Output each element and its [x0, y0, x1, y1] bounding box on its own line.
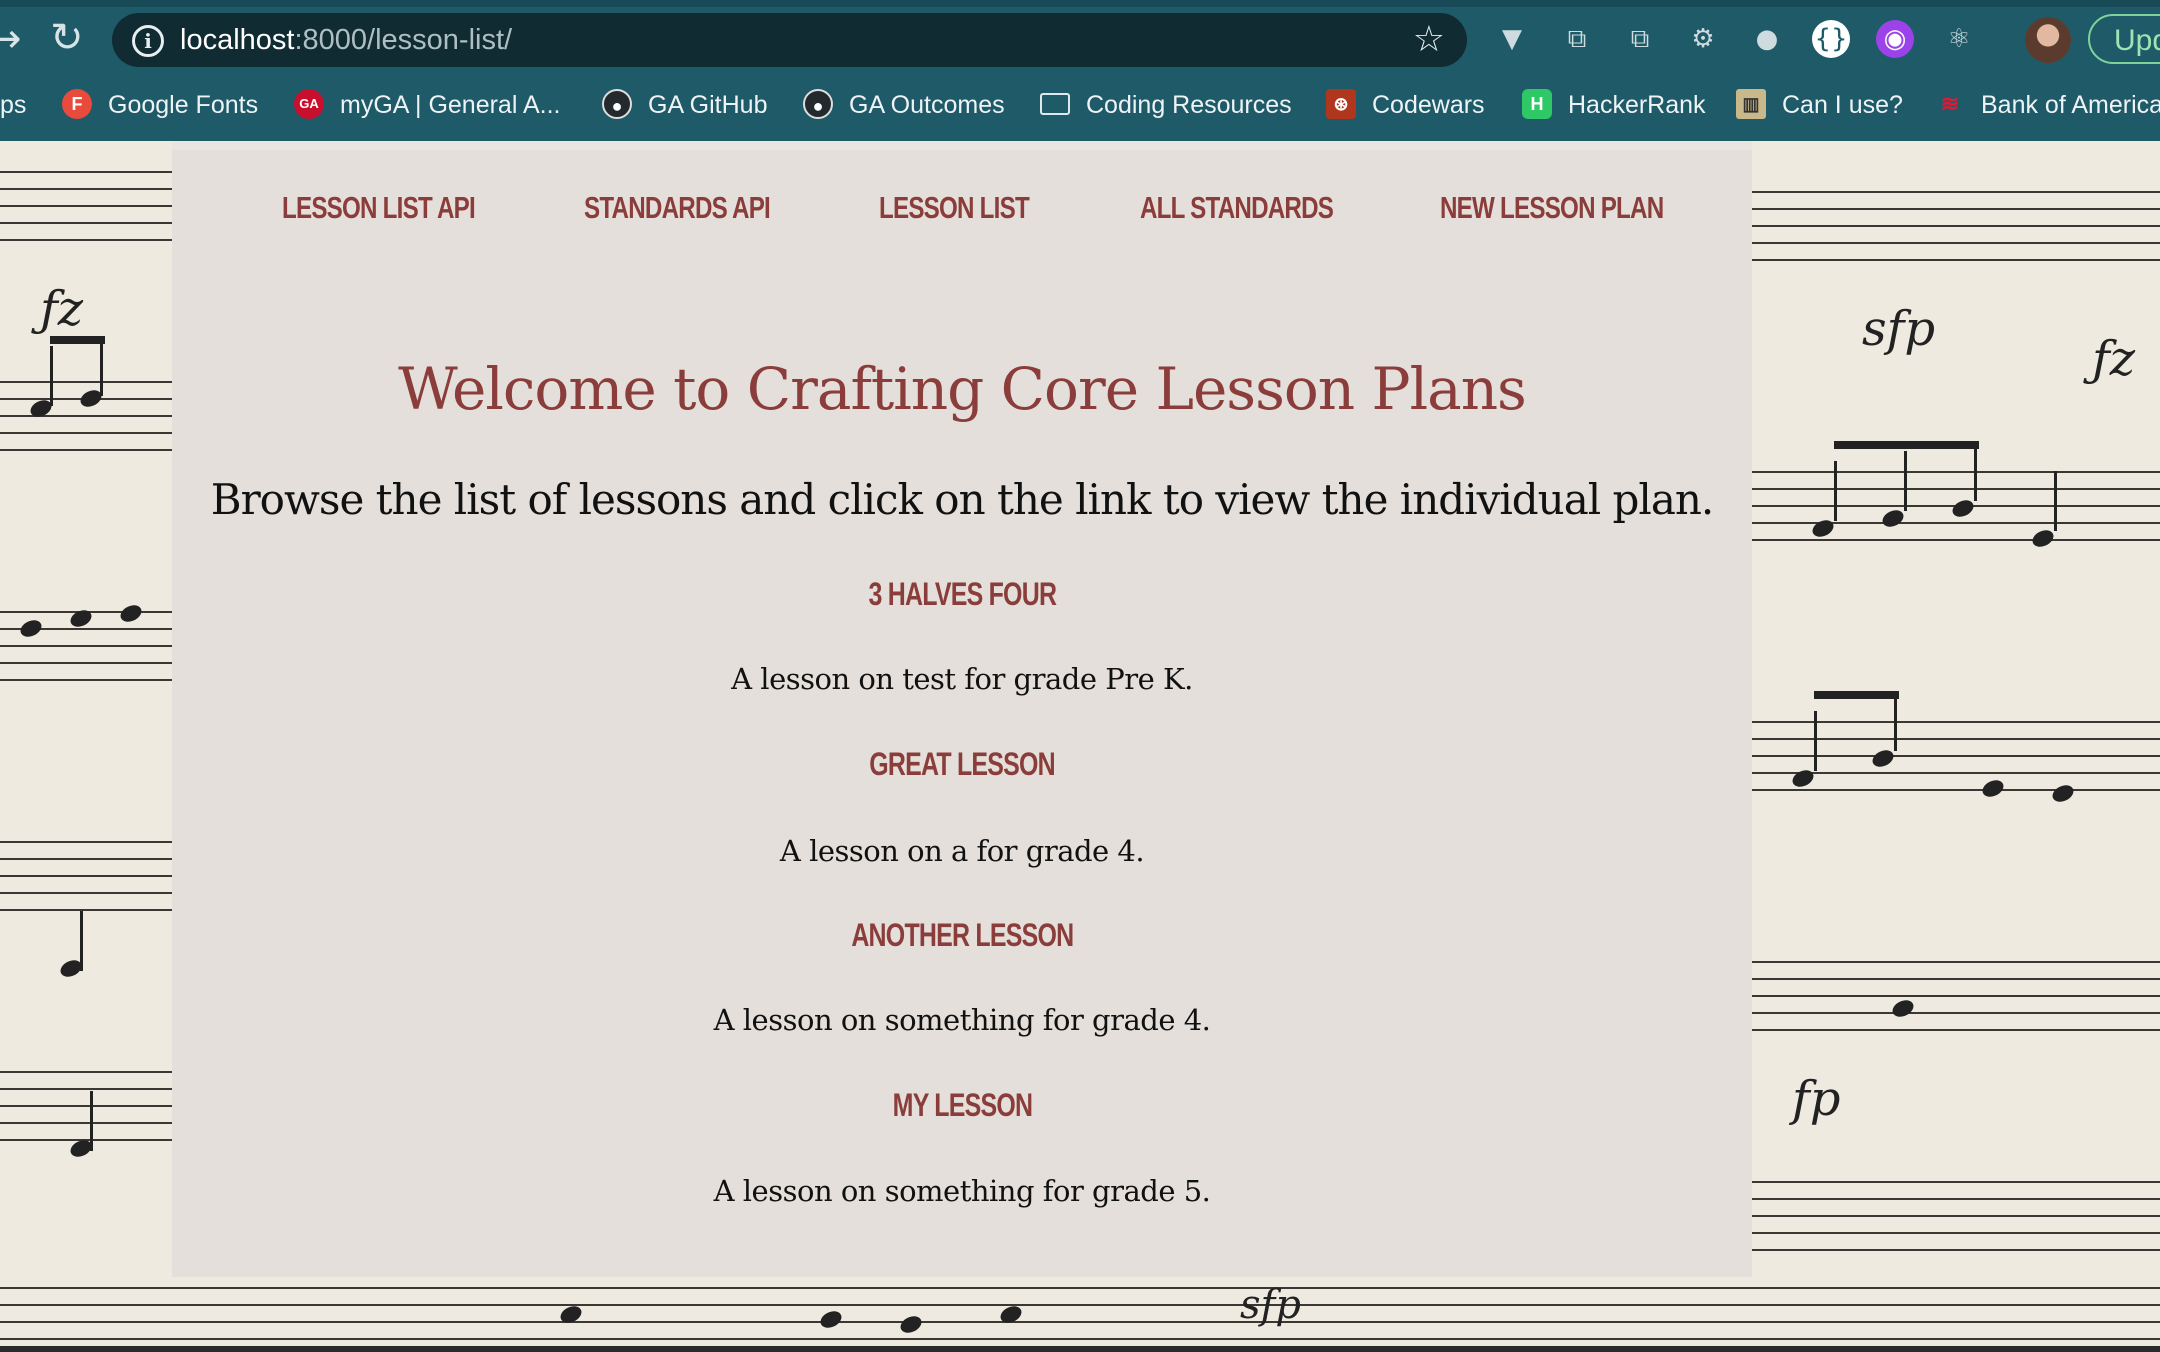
bookmarks-bar: ps F Google Fonts GA myGA | General A... ●… — [0, 80, 2160, 130]
extension-bulb-icon[interactable]: ● — [1748, 20, 1786, 58]
reload-icon[interactable]: ↻ — [50, 18, 84, 58]
bookmark-ga-github[interactable]: ● GA GitHub — [602, 80, 768, 130]
lesson-description: A lesson on something for grade 5. — [713, 1174, 1211, 1208]
lesson-title: ANOTHER LESSON — [850, 917, 1074, 953]
bookmark-bank-of-america[interactable]: ≋ Bank of America — [1935, 80, 2160, 130]
json-viewer-icon[interactable]: {} — [1812, 20, 1850, 58]
url-text[interactable]: localhost:8000/lesson-list/ — [180, 23, 512, 57]
vue-devtools-icon[interactable]: ▼ — [1493, 20, 1531, 58]
page-title: Welcome to Crafting Core Lesson Plans — [398, 355, 1527, 423]
github-icon: ● — [602, 89, 632, 120]
caniuse-icon: ▥ — [1736, 89, 1766, 120]
bookmark-label: GA GitHub — [648, 91, 768, 119]
codewars-icon: ⊛ — [1326, 89, 1356, 120]
folder-icon — [1040, 93, 1070, 116]
bookmark-label: GA Outcomes — [849, 91, 1005, 119]
profile-avatar[interactable] — [2025, 17, 2071, 63]
lesson-description: A lesson on test for grade Pre K. — [731, 662, 1193, 696]
nav-standards-api[interactable]: STANDARDS API — [584, 190, 771, 226]
url-path: :8000/lesson-list/ — [294, 24, 513, 56]
lesson-link[interactable]: 3 HALVES FOUR — [172, 576, 1752, 613]
bookmark-label: myGA | General A... — [340, 91, 561, 119]
nav-lesson-list-api[interactable]: LESSON LIST API — [282, 190, 476, 226]
nav-lesson-list[interactable]: LESSON LIST — [879, 190, 1030, 226]
github-icon: ● — [803, 89, 833, 120]
lesson-link[interactable]: ANOTHER LESSON — [172, 917, 1752, 954]
nav-all-standards[interactable]: ALL STANDARDS — [1140, 190, 1334, 226]
forward-icon[interactable]: → — [0, 19, 22, 59]
bookmark-label: Codewars — [1372, 91, 1485, 119]
redux-devtools-icon[interactable]: ◉ — [1876, 20, 1914, 58]
lesson-link[interactable]: GREAT LESSON — [172, 746, 1752, 783]
bookmark-google-fonts[interactable]: F Google Fonts — [62, 80, 258, 130]
bookmark-star-icon[interactable]: ☆ — [1413, 20, 1445, 60]
react-devtools-icon[interactable]: ⚛ — [1940, 20, 1978, 58]
bookmark-label: ps — [0, 91, 27, 119]
bookmark-label: Bank of America — [1981, 91, 2160, 119]
bookmark-myga[interactable]: GA myGA | General A... — [294, 80, 560, 130]
site-info-icon[interactable]: i — [132, 25, 164, 57]
bookmark-label: Google Fonts — [108, 91, 259, 119]
page-subtitle: Browse the list of lessons and click on … — [210, 475, 1715, 524]
lesson-description: A lesson on a for grade 4. — [779, 834, 1145, 868]
bookmark-hackerrank[interactable]: H HackerRank — [1522, 80, 1706, 130]
url-host: localhost — [180, 24, 295, 56]
content-card: LESSON LIST API STANDARDS API LESSON LIS… — [172, 150, 1752, 1277]
address-bar[interactable]: i localhost:8000/lesson-list/ ☆ — [112, 13, 1467, 67]
lesson-link[interactable]: MY LESSON — [172, 1087, 1752, 1124]
bookmark-label: Coding Resources — [1086, 91, 1292, 119]
browser-chrome: → ↻ i localhost:8000/lesson-list/ ☆ ▼ ⧉ … — [0, 0, 2160, 141]
lesson-title: 3 HALVES FOUR — [868, 576, 1056, 612]
update-button[interactable]: Upd — [2088, 14, 2160, 64]
bookmark-ga-outcomes[interactable]: ● GA Outcomes — [803, 80, 1005, 130]
bookmark-label: HackerRank — [1568, 91, 1706, 119]
general-assembly-icon: GA — [294, 89, 324, 120]
bank-of-america-icon: ≋ — [1940, 91, 1960, 117]
lesson-description: A lesson on something for grade 4. — [713, 1003, 1211, 1037]
top-navigation: LESSON LIST API STANDARDS API LESSON LIS… — [172, 150, 1752, 270]
lesson-title: GREAT LESSON — [869, 746, 1055, 782]
gear-icon[interactable]: ⚙ — [1684, 20, 1722, 58]
extension-capture-icon[interactable]: ⧉ — [1621, 20, 1659, 58]
bookmark-label: Can I use? — [1782, 91, 1903, 119]
nav-new-lesson-plan[interactable]: NEW LESSON PLAN — [1440, 190, 1664, 226]
hackerrank-icon: H — [1522, 89, 1552, 120]
bookmark-caniuse[interactable]: ▥ Can I use? — [1736, 80, 1903, 130]
sheet-music-background-right: sfp ƒz fp — [1752, 141, 2160, 1352]
lesson-title: MY LESSON — [892, 1087, 1032, 1123]
google-fonts-icon: F — [62, 89, 92, 120]
bookmark-folder-coding-resources[interactable]: Coding Resources — [1040, 80, 1292, 130]
tab-strip-edge — [0, 0, 2160, 7]
bookmark-codewars[interactable]: ⊛ Codewars — [1326, 80, 1485, 130]
sheet-music-background-bottom: sfp — [0, 1277, 2160, 1352]
extension-screenshot-icon[interactable]: ⧉ — [1558, 20, 1596, 58]
sheet-music-background-left: ƒz — [0, 141, 172, 1352]
bookmark-apps[interactable]: ps — [0, 80, 26, 130]
window-bottom-edge — [0, 1346, 2160, 1352]
